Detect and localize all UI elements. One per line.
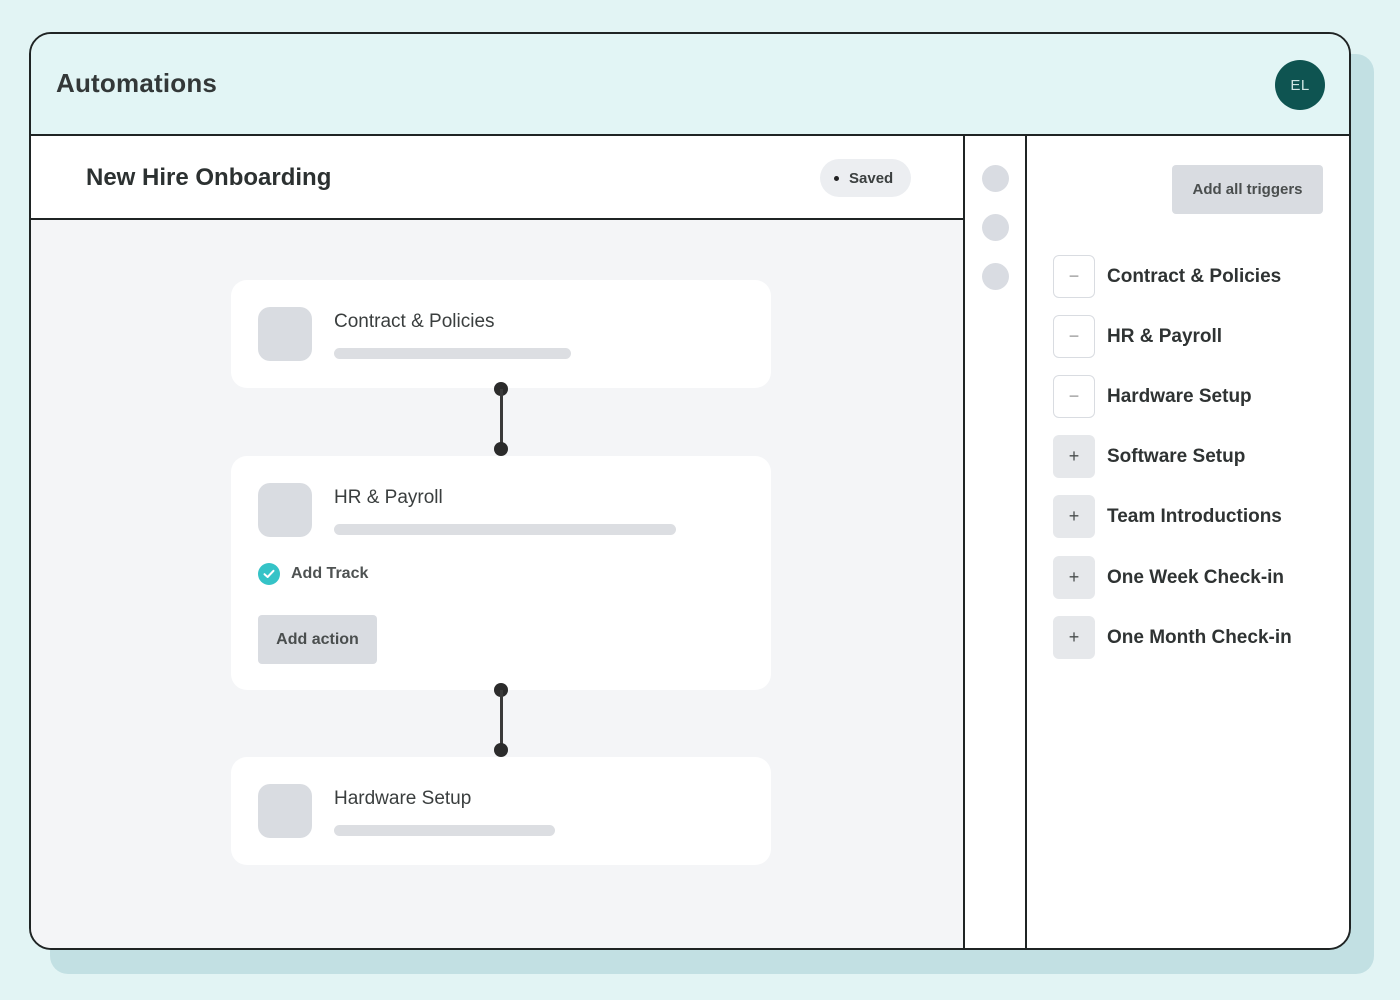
step-card[interactable]: Hardware Setup (231, 757, 771, 865)
user-avatar[interactable]: EL (1275, 60, 1325, 110)
plus-icon[interactable]: + (1053, 495, 1095, 538)
add-action-button[interactable]: Add action (258, 615, 377, 664)
checkmark-icon[interactable] (258, 563, 280, 585)
step-card[interactable]: Contract & Policies (231, 280, 771, 388)
triggers-panel: Add all triggers − Contract & Policies −… (1027, 136, 1349, 948)
trigger-item[interactable]: − Contract & Policies (1053, 255, 1281, 298)
step-placeholder-bar (334, 348, 571, 359)
minus-icon[interactable]: − (1053, 315, 1095, 358)
trigger-item[interactable]: − HR & Payroll (1053, 315, 1222, 358)
trigger-label: Team Introductions (1107, 505, 1282, 527)
connector-node-icon (494, 442, 508, 456)
status-label: Saved (849, 169, 894, 187)
step-connector (494, 382, 508, 462)
step-title: Hardware Setup (334, 788, 472, 809)
connector-line (499, 389, 503, 449)
status-badge: Saved (820, 159, 912, 197)
step-icon (258, 307, 312, 361)
rail-nav-dot-icon[interactable] (982, 263, 1009, 290)
trigger-item[interactable]: + Team Introductions (1053, 495, 1282, 538)
step-title: Contract & Policies (334, 311, 495, 332)
status-dot-icon (834, 175, 839, 181)
trigger-item[interactable]: + One Month Check-in (1053, 616, 1292, 659)
app-window: Automations EL New Hire Onboarding Saved… (29, 32, 1351, 950)
top-bar: Automations EL (31, 34, 1349, 136)
trigger-label: One Month Check-in (1107, 626, 1292, 648)
step-icon (258, 483, 312, 537)
trigger-label: HR & Payroll (1107, 325, 1223, 347)
trigger-label: Hardware Setup (1107, 385, 1252, 407)
app-title: Automations (56, 68, 218, 98)
trigger-item[interactable]: − Hardware Setup (1053, 375, 1252, 418)
side-rail (965, 136, 1027, 948)
flow-title[interactable]: New Hire Onboarding (86, 164, 331, 192)
step-connector (494, 683, 508, 763)
step-card[interactable]: HR & Payroll Add Track Add action (231, 456, 771, 690)
add-track-label: Add Track (291, 565, 369, 582)
step-title: HR & Payroll (334, 487, 443, 508)
step-placeholder-bar (334, 524, 676, 535)
add-all-triggers-button[interactable]: Add all triggers (1172, 165, 1323, 214)
step-placeholder-bar (334, 825, 555, 836)
connector-line (499, 690, 503, 750)
add-track-option[interactable]: Add Track (258, 563, 368, 585)
trigger-item[interactable]: + One Week Check-in (1053, 556, 1284, 599)
plus-icon[interactable]: + (1053, 616, 1095, 659)
step-icon (258, 784, 312, 838)
trigger-label: Software Setup (1107, 445, 1246, 467)
plus-icon[interactable]: + (1053, 556, 1095, 599)
minus-icon[interactable]: − (1053, 255, 1095, 298)
minus-icon[interactable]: − (1053, 375, 1095, 418)
rail-nav-dot-icon[interactable] (982, 165, 1009, 192)
flow-canvas: Contract & Policies HR & Payroll Add Tra… (31, 220, 963, 948)
trigger-label: Contract & Policies (1107, 265, 1282, 287)
trigger-label: One Week Check-in (1107, 566, 1285, 588)
trigger-item[interactable]: + Software Setup (1053, 435, 1245, 478)
plus-icon[interactable]: + (1053, 435, 1095, 478)
editor-header: New Hire Onboarding Saved (31, 136, 963, 220)
flow-editor: New Hire Onboarding Saved Contract & Pol… (31, 136, 965, 948)
rail-nav-dot-icon[interactable] (982, 214, 1009, 241)
connector-node-icon (494, 743, 508, 757)
